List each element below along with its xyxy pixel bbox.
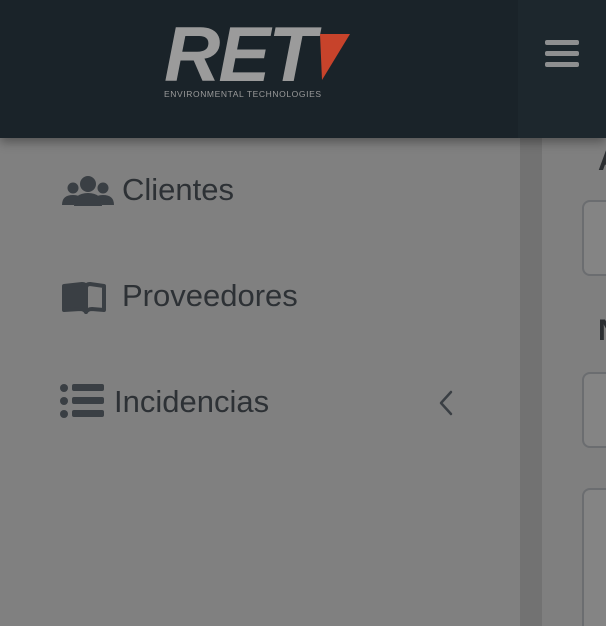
main-input-box-2[interactable]: [582, 372, 606, 448]
hamburger-line: [545, 40, 579, 45]
main-panel: [582, 488, 606, 626]
sidebar-nav: Clientes Proveedores Incidencias: [0, 138, 520, 626]
main-content: A N: [542, 138, 606, 626]
list-icon: [60, 384, 104, 418]
sidebar-item-label: Clientes: [122, 172, 234, 207]
logo-letters: RET: [164, 14, 322, 98]
sidebar-item-label: Incidencias: [114, 384, 270, 419]
hamburger-menu-button[interactable]: [543, 36, 583, 72]
main-input-box-1[interactable]: [582, 200, 606, 276]
top-header: RET ENVIRONMENTAL TECHNOLOGIES: [0, 0, 606, 138]
main-heading-1: A: [598, 144, 606, 178]
users-icon: [62, 176, 114, 206]
sidebar-scroll-edge: [520, 138, 542, 626]
book-icon: [62, 282, 106, 314]
hamburger-line: [545, 51, 579, 56]
logo-subtitle: ENVIRONMENTAL TECHNOLOGIES: [164, 89, 322, 99]
sidebar-item-incidencias[interactable]: Incidencias: [56, 372, 476, 432]
app-page: RET ENVIRONMENTAL TECHNOLOGIES Clientes …: [0, 0, 606, 626]
main-heading-2: N: [598, 314, 606, 348]
logo-accent-shape: [320, 34, 350, 80]
sidebar-item-clientes[interactable]: Clientes: [56, 160, 476, 220]
sidebar-item-label: Proveedores: [122, 278, 298, 313]
chevron-left-icon[interactable]: [436, 390, 458, 416]
sidebar-item-proveedores[interactable]: Proveedores: [56, 266, 476, 326]
hamburger-line: [545, 62, 579, 67]
